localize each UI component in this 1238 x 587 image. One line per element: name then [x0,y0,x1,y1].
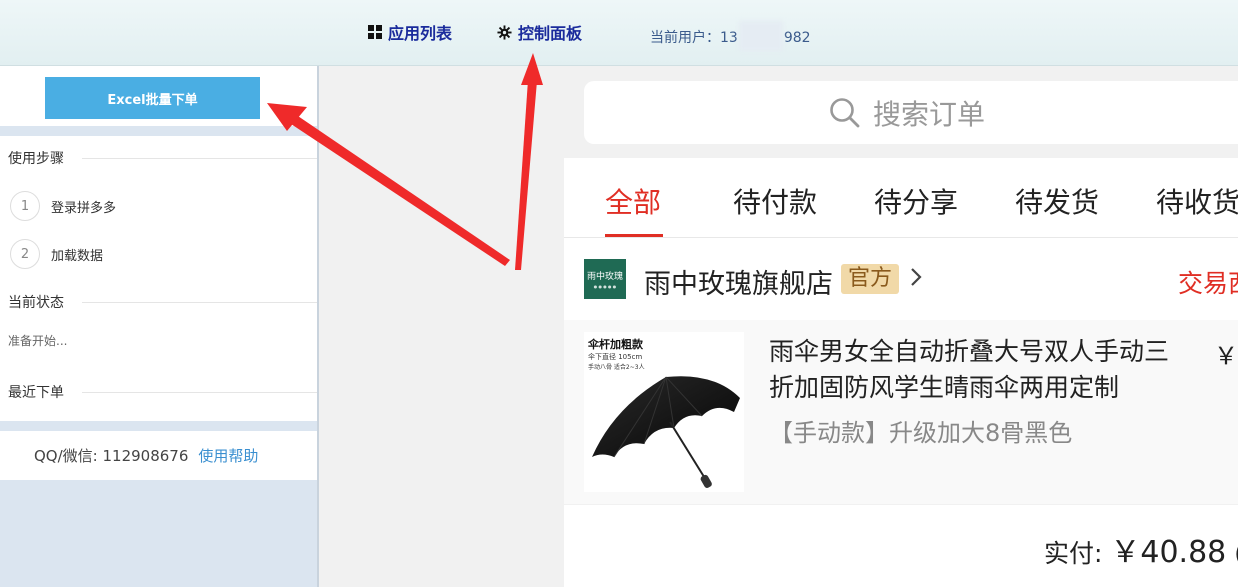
order-item[interactable]: 伞杆加粗款 伞下直径 105cm 手动八骨 适合2~3人 雨伞男女全自动折叠大号… [564,320,1238,504]
step-item: 1 登录拼多多 [10,191,116,221]
product-title[interactable]: 雨伞男女全自动折叠大号双人手动三折加固防风学生晴雨伞两用定制 [769,334,1189,406]
tab-pending-share[interactable]: 待分享 [874,181,958,221]
status-title: 当前状态 [8,292,317,312]
tab-pending-shipment[interactable]: 待发货 [1015,181,1099,221]
annotation-arrow [515,80,537,270]
left-panel: Excel批量下单 使用步骤 1 登录拼多多 2 加载数据 当前状态 准备开始.… [0,66,319,587]
nav-control-panel[interactable]: 控制面板 [497,20,582,44]
total-label: 实付: [1044,539,1111,568]
gear-icon [497,24,512,40]
excel-batch-order-button[interactable]: Excel批量下单 [45,77,260,119]
order-status: 交易西 [1178,269,1238,298]
total-amount: ￥40.88 [1110,535,1227,570]
order-total-row: 实付: ￥40.88 (免 [564,505,1238,587]
status-text: 准备开始... [8,334,68,348]
tab-all[interactable]: 全部 [605,181,661,221]
divider [82,301,317,303]
shop-header[interactable]: 雨中玫瑰 ● ● ● ● ● 雨中玫瑰旗舰店 官方 交易西 [564,238,1238,320]
order-total: 实付: ￥40.88 (免 [1044,527,1238,571]
grid-icon [368,25,382,39]
shop-logo-text: 雨中玫瑰 [586,272,623,282]
contact-section: QQ/微信: 112908676 使用帮助 [0,431,317,480]
order-tabs: 全部 待付款 待分享 待发货 待收货 [564,158,1238,238]
help-link[interactable]: 使用帮助 [198,447,258,465]
steps-title: 使用步骤 [8,148,317,168]
redacted-mask [738,21,783,51]
current-user-suffix: 982 [783,30,811,46]
search-placeholder: 搜索订单 [872,97,985,131]
nav-app-list-label: 应用列表 [388,24,453,43]
divider [82,157,317,159]
current-user-prefix: 当前用户：13 [650,30,738,46]
step-number: 2 [10,239,40,269]
excel-section: Excel批量下单 [0,66,317,126]
shop-logo: 雨中玫瑰 ● ● ● ● ● [584,259,626,299]
top-bar: 应用列表 控制面板 当前用户：13 982 [0,0,1238,66]
steps-title-label: 使用步骤 [8,151,64,167]
nav-control-panel-label: 控制面板 [518,24,583,43]
step-number: 1 [10,191,40,221]
contact-text: QQ/微信: 112908676 [34,447,189,465]
product-image[interactable]: 伞杆加粗款 伞下直径 105cm 手动八骨 适合2~3人 [584,332,744,492]
shop-name[interactable]: 雨中玫瑰旗舰店 [644,262,833,301]
active-tab-indicator [605,234,663,237]
step-item: 2 加载数据 [10,239,103,269]
step-label: 登录拼多多 [51,200,117,216]
product-image-subtitle: 手动八骨 适合2~3人 [588,364,645,371]
tab-pending-receipt[interactable]: 待收货 [1156,181,1238,221]
chevron-right-icon [909,266,923,288]
product-image-title: 伞杆加粗款 [588,338,643,351]
recent-orders-title: 最近下单 [8,382,317,402]
current-user: 当前用户：13 982 [650,21,811,53]
contact-info: QQ/微信: 112908676 使用帮助 [34,445,258,466]
step-label: 加载数据 [51,248,104,264]
divider [82,391,317,393]
official-badge: 官方 [841,264,900,294]
search-icon [829,97,861,129]
recent-orders-label: 最近下单 [8,385,64,401]
product-sku: 【手动款】升级加大8骨黑色 [769,419,1073,447]
total-note: (免 [1226,539,1238,568]
status-title-label: 当前状态 [8,295,64,311]
info-section: 使用步骤 1 登录拼多多 2 加载数据 当前状态 准备开始... 最近下单 [0,136,317,421]
product-image-subtitle: 伞下直径 105cm [588,353,643,361]
nav-app-list[interactable]: 应用列表 [368,20,452,44]
order-search-box[interactable]: 搜索订单 [584,81,1238,144]
price-symbol: ￥ [1214,342,1238,370]
tab-pending-payment[interactable]: 待付款 [733,181,817,221]
